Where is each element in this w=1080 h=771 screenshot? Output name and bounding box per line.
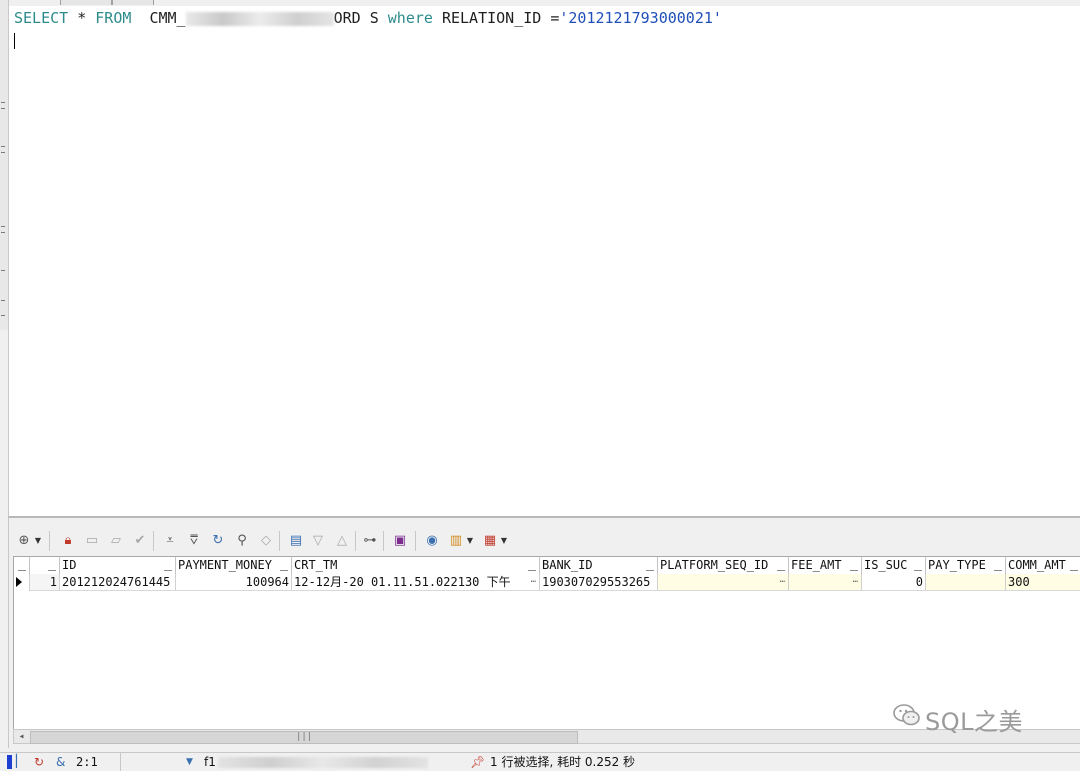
status-message: 1 行被选择, 耗时 0.252 秒 xyxy=(490,755,636,769)
connection-name[interactable]: f1 xyxy=(204,753,216,771)
delete-record-icon[interactable]: ▱ xyxy=(107,532,125,550)
chevron-down-icon[interactable]: ▼ xyxy=(499,532,509,550)
refresh-icon[interactable]: ↻ xyxy=(209,532,227,550)
ellipsis-icon[interactable]: … xyxy=(780,574,785,589)
sql-table-prefix: CMM_ xyxy=(131,9,186,27)
results-toolbar: ⊕ ▼ 🔒︎ ▭ ▱ ✔ ⩡ ⩢ ↻ ⚲ ◇ ▤ ▽ △ ⊶ ▣ ◉ ▥ ▼ ▦… xyxy=(9,526,1080,556)
save-icon[interactable]: ▣ xyxy=(391,532,409,550)
pin-icon: 📌︎ xyxy=(470,755,486,769)
grid-options-icon[interactable]: ⊕ xyxy=(15,532,33,550)
row-number: 1 xyxy=(30,574,60,591)
column-header[interactable]: ID xyxy=(60,557,176,574)
redacted-table-name xyxy=(185,11,334,26)
cell-crt-tm[interactable]: 12-12月-20 01.11.51.022130 下午 … xyxy=(292,574,540,591)
sql-editor[interactable]: SELECT * FROM CMM_ ORD S where RELATION_I… xyxy=(8,6,1080,518)
column-header[interactable]: IS_SUC xyxy=(862,557,926,574)
post-changes-icon[interactable]: ✔ xyxy=(131,532,149,550)
sort-desc-icon[interactable]: ▽ xyxy=(309,532,327,550)
scroll-left-icon[interactable]: ◂ xyxy=(15,730,28,743)
clear-icon[interactable]: ◇ xyxy=(257,532,275,550)
lock-icon[interactable]: 🔒︎ xyxy=(59,532,77,550)
export-icon[interactable]: ◉ xyxy=(423,532,441,550)
cell-comm-amt[interactable]: 300 xyxy=(1006,574,1080,591)
cell-is-suc[interactable]: 0 xyxy=(862,574,926,591)
sql-line-1: SELECT * FROM CMM_ ORD S where RELATION_I… xyxy=(14,8,722,28)
status-bar: ▏ ↻ & 2:1 ▼ f1 📌︎ 1 行被选择, 耗时 0.252 秒 xyxy=(0,752,1080,771)
sql-keyword-from: FROM xyxy=(95,9,132,27)
sql-condition: RELATION_ID = xyxy=(432,9,560,27)
column-header[interactable]: PAY_TYPE xyxy=(926,557,1006,574)
column-header[interactable]: PAYMENT_MONEY xyxy=(176,557,292,574)
sql-star: * xyxy=(68,9,96,27)
ellipsis-icon[interactable]: … xyxy=(853,574,858,589)
next-page-icon[interactable]: ⩡ xyxy=(161,532,179,550)
wechat-icon xyxy=(893,704,920,726)
last-page-icon[interactable]: ⩢ xyxy=(185,532,203,550)
grip-icon: ||| xyxy=(296,732,313,742)
table-icon[interactable]: ▦ xyxy=(481,532,499,550)
cell-id[interactable]: 201212024761445 xyxy=(60,574,176,591)
text-cursor xyxy=(14,33,15,49)
cell-bank-id[interactable]: 190307029553265 xyxy=(540,574,658,591)
cell-crt-tm-value: 12-12月-20 01.11.51.022130 下午 xyxy=(294,575,511,589)
sql-keyword-where: where xyxy=(387,9,433,27)
chevron-down-icon[interactable]: ▼ xyxy=(186,753,193,771)
cell-pay-type[interactable] xyxy=(926,574,1006,591)
column-header[interactable]: COMM_AMT xyxy=(1006,557,1080,574)
status-indicator xyxy=(7,755,12,769)
chevron-down-icon[interactable]: ▼ xyxy=(33,532,43,550)
cell-platform-seq-id[interactable]: … xyxy=(658,574,789,591)
row-indicator xyxy=(14,574,30,591)
horizontal-scrollbar[interactable]: ◂ ||| xyxy=(13,729,1080,744)
cell-fee-amt[interactable]: … xyxy=(789,574,862,591)
sql-string-value: '2012121793000021' xyxy=(559,9,722,27)
find-icon[interactable]: ⚲ xyxy=(233,532,251,550)
tree-view-icon[interactable]: ⊶ xyxy=(361,532,379,550)
ellipsis-icon[interactable]: … xyxy=(531,574,536,589)
column-header[interactable]: PLATFORM_SEQ_ID xyxy=(658,557,789,574)
scrollbar-thumb[interactable]: ||| xyxy=(30,731,578,744)
status-panel-icon: ▏ xyxy=(16,754,26,768)
cursor-position: 2:1 xyxy=(76,755,98,769)
sort-asc-icon[interactable]: △ xyxy=(333,532,351,550)
chart-icon[interactable]: ▥ xyxy=(447,532,465,550)
column-header[interactable]: FEE_AMT xyxy=(789,557,862,574)
chevron-down-icon[interactable]: ▼ xyxy=(465,532,475,550)
new-record-icon[interactable]: ▭ xyxy=(83,532,101,550)
redacted-connection xyxy=(218,757,428,768)
connection-icon: ↻ xyxy=(34,755,45,769)
watermark-text: SQL之美 xyxy=(925,708,1023,736)
column-header[interactable]: BANK_ID xyxy=(540,557,658,574)
sql-table-suffix: ORD S xyxy=(333,9,388,27)
sql-keyword-select: SELECT xyxy=(14,9,69,27)
column-header[interactable]: CRT_TM xyxy=(292,557,540,574)
form-view-icon[interactable]: ▤ xyxy=(287,532,305,550)
link-icon: & xyxy=(56,755,66,769)
cell-payment-money[interactable]: 100964 xyxy=(176,574,292,591)
